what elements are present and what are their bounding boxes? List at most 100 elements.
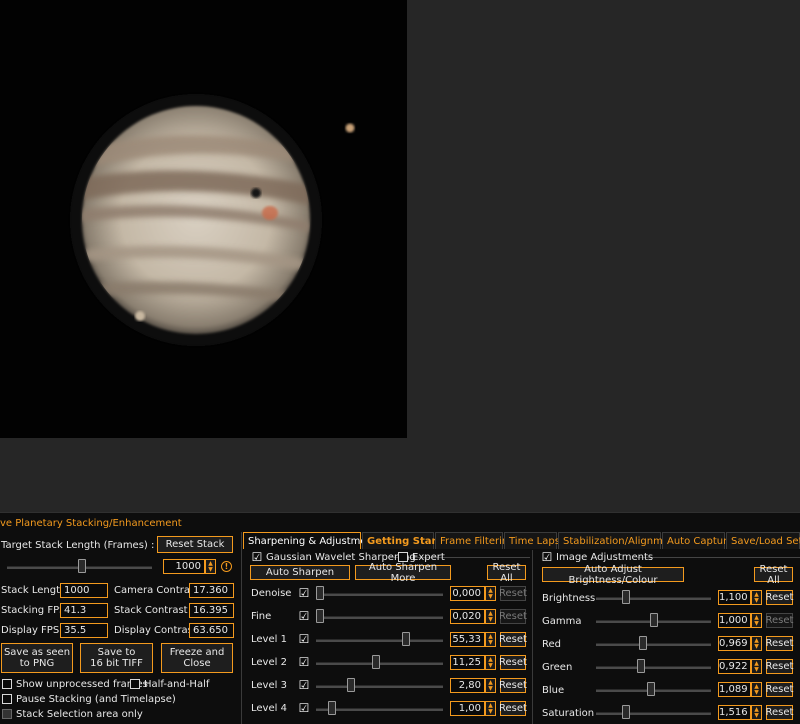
level-4-slider-thumb[interactable] — [327, 701, 336, 715]
green-spinner[interactable]: ▲ ▼ — [751, 659, 762, 674]
sharpening-reset-all-button[interactable]: Reset All — [487, 562, 526, 584]
section-divider — [532, 550, 533, 724]
gamma-value[interactable]: 1,000 — [718, 613, 751, 628]
half-and-half-checkbox[interactable] — [130, 679, 140, 689]
wavelet-enable-checkbox[interactable]: ☑ — [251, 551, 263, 563]
image-adjust-reset-all-button[interactable]: Reset All — [754, 564, 793, 586]
denoise-slider-thumb[interactable] — [316, 586, 324, 600]
green-reset-button[interactable]: Reset — [766, 659, 793, 674]
brightness-value[interactable]: 1,100 — [718, 590, 751, 605]
stacked-image-view[interactable] — [0, 0, 407, 438]
brightness-spinner[interactable]: ▲ ▼ — [751, 590, 762, 605]
expert-checkbox[interactable] — [398, 552, 408, 562]
blue-slider-thumb[interactable] — [647, 682, 656, 696]
denoise-value[interactable]: 0,000 — [450, 586, 485, 601]
save-png-button[interactable]: Save as seen to PNG — [1, 643, 73, 673]
level-1-value[interactable]: 55,33 — [450, 632, 485, 647]
tab-sharpening[interactable]: Sharpening & Adjustments — [243, 532, 382, 549]
show-unprocessed-label: Show unprocessed frames — [16, 679, 148, 690]
fine-spinner[interactable]: ▲ ▼ — [485, 609, 496, 624]
green-slider-track[interactable] — [596, 666, 711, 669]
red-reset-button[interactable]: Reset — [766, 636, 793, 651]
level-4-checkbox[interactable]: ☑ — [298, 702, 310, 714]
brightness-reset-button[interactable]: Reset — [766, 590, 793, 605]
auto-adjust-button[interactable]: Auto Adjust Brightness/Colour — [542, 564, 684, 586]
tab-save-load-settings[interactable]: Save/Load Settin — [726, 532, 800, 549]
level-4-spinner[interactable]: ▲ ▼ — [485, 701, 496, 716]
saturation-spinner[interactable]: ▲ ▼ — [751, 705, 762, 720]
level-4-value[interactable]: 1,00 — [450, 701, 485, 716]
level-2-label: Level 2 — [251, 657, 287, 668]
tab-getting-started[interactable]: Getting Started — [362, 532, 455, 549]
spin-down-icon: ▼ — [754, 688, 759, 696]
auto-sharpen-button[interactable]: Auto Sharpen — [250, 565, 350, 580]
level-3-label: Level 3 — [251, 680, 287, 691]
brightness-slider-track[interactable] — [596, 597, 711, 600]
level-1-slider-track[interactable] — [316, 639, 443, 642]
stack-selection-label: Stack Selection area only — [16, 709, 143, 720]
saturation-value[interactable]: 1,516 — [718, 705, 751, 720]
spin-down-icon: ▼ — [754, 619, 759, 627]
stack-selection-checkbox[interactable] — [2, 709, 12, 719]
blue-value[interactable]: 1,089 — [718, 682, 751, 697]
level-2-value[interactable]: 11,25 — [450, 655, 485, 670]
target-stack-spinner[interactable]: ▲ ▼ — [205, 559, 216, 574]
tab-stabilization[interactable]: Stabilization/Alignment — [558, 532, 679, 549]
blue-reset-button[interactable]: Reset — [766, 682, 793, 697]
level-4-label: Level 4 — [251, 703, 287, 714]
tab-auto-capture[interactable]: Auto Capture — [662, 532, 733, 549]
save-tiff-button[interactable]: Save to 16 bit TIFF — [80, 643, 153, 673]
fine-value[interactable]: 0,020 — [450, 609, 485, 624]
level-2-reset-button[interactable]: Reset — [499, 655, 527, 670]
freeze-close-button[interactable]: Freeze and Close — [161, 643, 233, 673]
level-3-slider-thumb[interactable] — [346, 678, 355, 692]
level-3-checkbox[interactable]: ☑ — [298, 679, 310, 691]
pause-stacking-checkbox[interactable] — [2, 694, 12, 704]
target-stack-slider-thumb[interactable] — [78, 559, 87, 573]
gamma-reset-button[interactable]: Reset — [766, 613, 793, 628]
fine-slider-track[interactable] — [316, 616, 443, 619]
pause-stacking-label: Pause Stacking (and Timelapse) — [16, 694, 176, 705]
brightness-slider-thumb[interactable] — [621, 590, 630, 604]
auto-sharpen-more-button[interactable]: Auto Sharpen More — [355, 562, 451, 584]
level-2-spinner[interactable]: ▲ ▼ — [485, 655, 496, 670]
level-1-slider-thumb[interactable] — [401, 632, 410, 646]
level-3-reset-button[interactable]: Reset — [499, 678, 527, 693]
green-slider-thumb[interactable] — [636, 659, 645, 673]
fine-checkbox[interactable]: ☑ — [298, 610, 310, 622]
level-2-slider-thumb[interactable] — [371, 655, 380, 669]
fine-reset-button[interactable]: Reset — [499, 609, 527, 624]
level-1-spinner[interactable]: ▲ ▼ — [485, 632, 496, 647]
level-2-checkbox[interactable]: ☑ — [298, 656, 310, 668]
saturation-reset-button[interactable]: Reset — [766, 705, 793, 720]
image-adjust-enable-checkbox[interactable]: ☑ — [541, 551, 553, 563]
green-value[interactable]: 0,922 — [718, 659, 751, 674]
target-stack-input[interactable]: 1000 — [163, 559, 205, 574]
fine-slider-thumb[interactable] — [316, 609, 324, 623]
tab-time-lapse[interactable]: Time Lapse — [504, 532, 566, 549]
level-3-value[interactable]: 2,80 — [450, 678, 485, 693]
red-slider-thumb[interactable] — [638, 636, 647, 650]
level-1-checkbox[interactable]: ☑ — [298, 633, 310, 645]
reset-stack-button[interactable]: Reset Stack — [157, 536, 233, 553]
red-spinner[interactable]: ▲ ▼ — [751, 636, 762, 651]
level-1-reset-button[interactable]: Reset — [499, 632, 527, 647]
gamma-slider-thumb[interactable] — [649, 613, 658, 627]
level-3-slider-track[interactable] — [316, 685, 443, 688]
tab-frame-filtering[interactable]: Frame Filtering — [435, 532, 515, 549]
level-3-spinner[interactable]: ▲ ▼ — [485, 678, 496, 693]
saturation-slider-thumb[interactable] — [621, 705, 630, 719]
level-4-reset-button[interactable]: Reset — [499, 701, 527, 716]
blue-spinner[interactable]: ▲ ▼ — [751, 682, 762, 697]
denoise-slider-track[interactable] — [316, 593, 443, 596]
gamma-spinner[interactable]: ▲ ▼ — [751, 613, 762, 628]
panel-title: ve Planetary Stacking/Enhancement — [0, 518, 182, 529]
denoise-checkbox[interactable]: ☑ — [298, 587, 310, 599]
show-unprocessed-checkbox[interactable] — [2, 679, 12, 689]
red-value[interactable]: 0,969 — [718, 636, 751, 651]
saturation-slider-track[interactable] — [596, 712, 711, 715]
info-icon[interactable]: ! — [221, 561, 232, 572]
red-slider-track[interactable] — [596, 643, 711, 646]
denoise-spinner[interactable]: ▲ ▼ — [485, 586, 496, 601]
denoise-reset-button[interactable]: Reset — [499, 586, 527, 601]
